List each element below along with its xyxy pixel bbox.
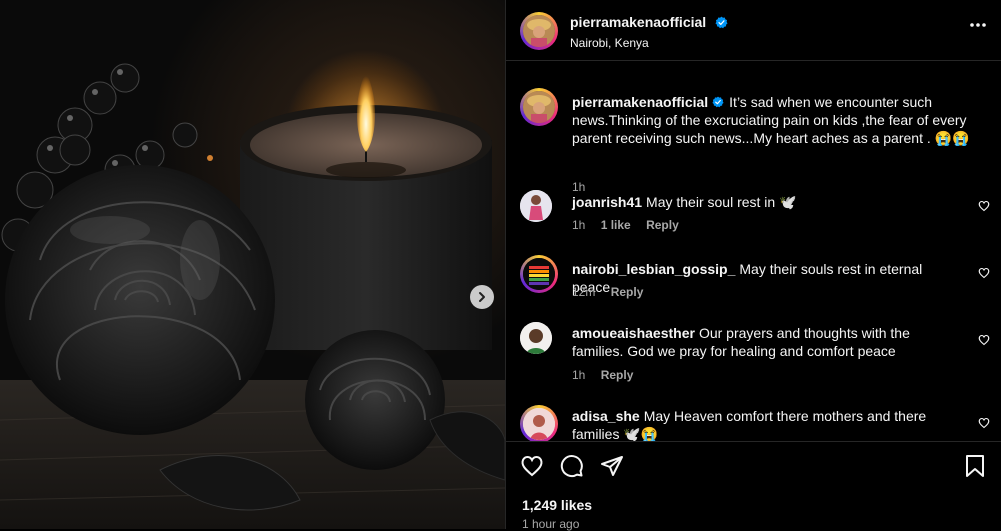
comment-likes[interactable]: 1 like	[601, 218, 631, 232]
heart-icon[interactable]	[978, 334, 990, 346]
avatar-image	[523, 15, 555, 47]
caption-avatar[interactable]	[520, 88, 558, 126]
paper-plane-icon[interactable]	[600, 454, 624, 478]
comment-avatar[interactable]	[520, 322, 552, 354]
author-avatar[interactable]	[520, 12, 558, 50]
candle-rose-photo	[0, 0, 505, 529]
verified-badge-icon	[712, 96, 724, 108]
comments-list: pierramakenaofficial It’s sad when we enc…	[506, 61, 1001, 441]
bookmark-icon[interactable]	[964, 454, 986, 478]
comment-avatar[interactable]	[520, 255, 558, 293]
heart-icon[interactable]	[978, 267, 990, 279]
post-image	[0, 0, 505, 529]
avatar-image	[523, 91, 555, 123]
avatar-image	[520, 322, 552, 354]
avatar-image	[523, 258, 555, 290]
comment-username[interactable]: amoueaishaesther	[572, 325, 695, 341]
heart-icon[interactable]	[520, 454, 544, 478]
next-image-button[interactable]	[470, 285, 494, 309]
post-modal: pierramakenaofficial Nairobi, Kenya pier…	[0, 0, 1001, 531]
verified-badge-icon	[715, 16, 728, 29]
comment-avatar[interactable]	[520, 190, 552, 222]
comment-item: adisa_she May Heaven comfort there mother…	[520, 405, 990, 441]
post-header: pierramakenaofficial Nairobi, Kenya	[506, 0, 1001, 61]
comment-time: 1h	[572, 368, 586, 382]
more-options-icon[interactable]	[969, 22, 987, 28]
comment-username[interactable]: nairobi_lesbian_gossip_	[572, 261, 735, 277]
post-actions: 1,249 likes 1 hour ago	[506, 441, 1001, 531]
avatar-image	[520, 190, 552, 222]
comment-time: 1h	[572, 218, 586, 232]
comment-item: joanrish41 May their soul rest in 🕊️ 1h 1…	[520, 190, 990, 240]
comment-time: 12m	[572, 285, 596, 299]
chevron-right-icon	[479, 292, 485, 302]
comment-username[interactable]: adisa_she	[572, 408, 640, 424]
author-username[interactable]: pierramakenaofficial	[570, 14, 706, 30]
comment-text: May their soul rest in 🕊️	[646, 194, 797, 210]
reply-button[interactable]: Reply	[646, 218, 679, 232]
caption: pierramakenaofficial It’s sad when we enc…	[520, 88, 990, 194]
caption-username[interactable]: pierramakenaofficial	[572, 94, 708, 110]
post-location[interactable]: Nairobi, Kenya	[570, 36, 649, 50]
comment-avatar[interactable]	[520, 405, 558, 441]
comment-username[interactable]: joanrish41	[572, 194, 642, 210]
comment-item: amoueaishaesther Our prayers and thoughts…	[520, 322, 990, 392]
heart-icon[interactable]	[978, 417, 990, 429]
likes-count[interactable]: 1,249 likes	[522, 497, 592, 513]
comment-item: nairobi_lesbian_gossip_ May their souls r…	[520, 255, 990, 305]
reply-button[interactable]: Reply	[601, 368, 634, 382]
heart-icon[interactable]	[978, 200, 990, 212]
reply-button[interactable]: Reply	[611, 285, 644, 299]
post-side-panel: pierramakenaofficial Nairobi, Kenya pier…	[505, 0, 1001, 531]
avatar-image	[523, 408, 555, 440]
comment-icon[interactable]	[560, 454, 584, 478]
